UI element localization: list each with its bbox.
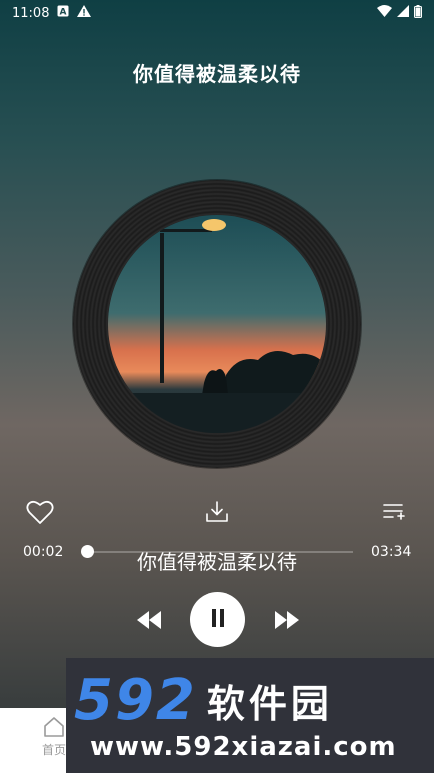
pause-icon <box>210 608 226 631</box>
home-icon <box>42 717 66 741</box>
watermark-logo: 592 软件园 <box>74 667 434 733</box>
download-icon[interactable] <box>201 496 233 528</box>
pause-button[interactable] <box>190 592 245 647</box>
a-notification-icon: A <box>57 5 69 21</box>
song-title: 你值得被温柔以待 <box>133 62 301 86</box>
action-row <box>0 496 434 528</box>
site-watermark: 592 软件园 www.592xiazai.com <box>66 658 434 773</box>
signal-icon <box>397 5 409 21</box>
current-lyric: 你值得被温柔以待 <box>137 550 297 574</box>
heart-icon[interactable] <box>24 496 56 528</box>
album-cover <box>108 215 326 433</box>
add-to-playlist-icon[interactable] <box>378 496 410 528</box>
fast-forward-icon[interactable] <box>271 604 303 636</box>
battery-icon <box>414 4 422 22</box>
wifi-icon <box>377 5 392 21</box>
playback-controls <box>0 592 434 648</box>
warning-icon <box>77 5 92 21</box>
watermark-name: 软件园 <box>206 681 333 726</box>
rewind-icon[interactable] <box>133 604 165 636</box>
watermark-number: 592 <box>74 667 197 733</box>
status-time: 11:08 <box>12 5 50 21</box>
status-bar: 11:08 A <box>0 0 434 26</box>
svg-text:A: A <box>60 8 67 18</box>
watermark-url: www.592xiazai.com <box>90 732 397 762</box>
